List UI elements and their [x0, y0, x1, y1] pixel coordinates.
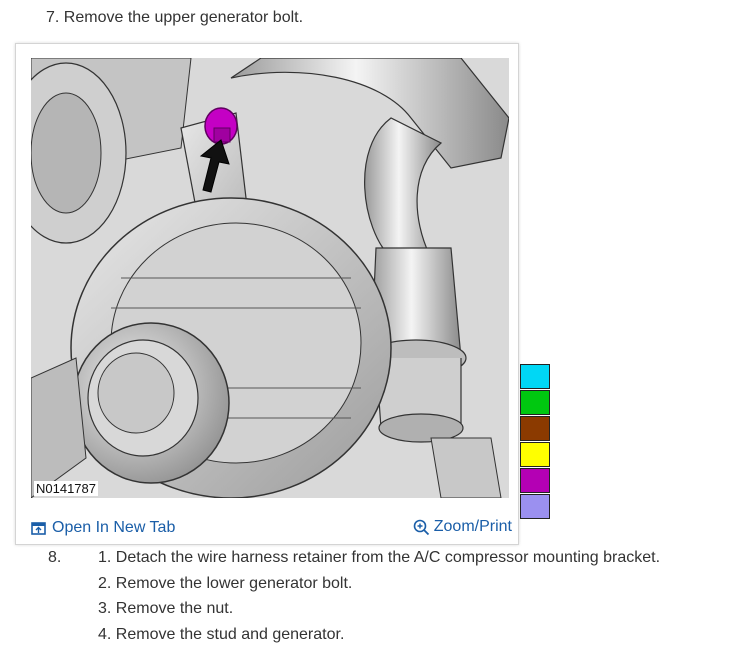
color-swatch-legend: [520, 364, 550, 520]
color-swatch: [520, 468, 550, 493]
step-8-number: 8.: [48, 549, 62, 566]
color-swatch: [520, 416, 550, 441]
zoom-print-link[interactable]: Zoom/Print: [413, 518, 512, 536]
color-swatch: [520, 494, 550, 519]
generator-drawing: [31, 58, 509, 498]
substep-item: 4. Remove the stud and generator.: [98, 625, 345, 643]
step-7-title: 7. Remove the upper generator bolt.: [46, 9, 304, 26]
open-tab-icon: [31, 522, 46, 535]
substep-item: 2. Remove the lower generator bolt.: [98, 574, 353, 592]
substep-item: 3. Remove the nut.: [98, 600, 234, 617]
color-swatch: [520, 364, 550, 389]
substep-item: 1. Detach the wire harness retainer from…: [98, 549, 661, 566]
color-swatch: [520, 442, 550, 467]
figure-frame: N0141787 Open In New Tab Zoom/Print: [15, 43, 519, 545]
step-8-substeps: 1. Detach the wire harness retainer from…: [98, 549, 660, 651]
figure-id-label: N0141787: [34, 481, 98, 496]
generator-illustration[interactable]: N0141787: [31, 58, 509, 498]
open-in-new-tab-link[interactable]: Open In New Tab: [31, 519, 175, 537]
color-swatch: [520, 390, 550, 415]
zoom-in-icon: [413, 519, 429, 535]
open-in-new-tab-label: Open In New Tab: [52, 519, 176, 536]
zoom-print-label: Zoom/Print: [433, 518, 512, 535]
